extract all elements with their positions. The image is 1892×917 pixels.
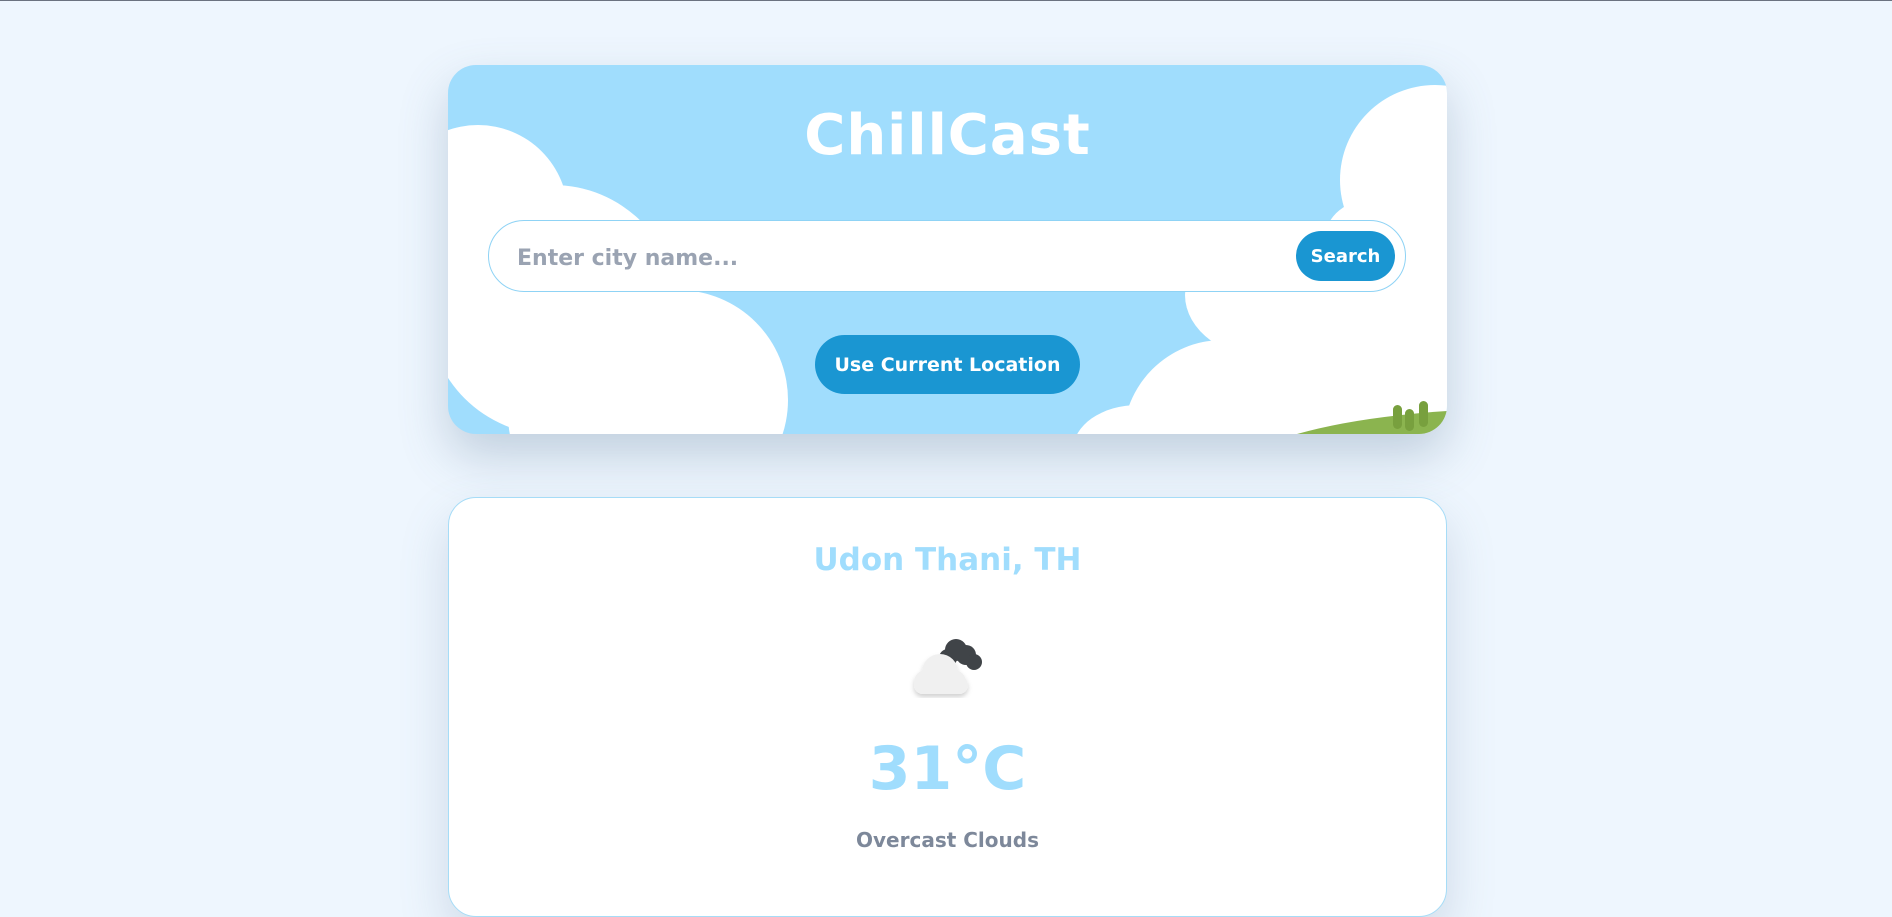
city-search-input[interactable] (515, 235, 1279, 281)
search-bar: Search (488, 220, 1406, 292)
weather-description: Overcast Clouds (856, 828, 1039, 852)
grass-decoration (1297, 401, 1447, 434)
weather-card: Udon Thani, TH 31°C Overcast Clouds (448, 497, 1447, 917)
city-name: Udon Thani, TH (813, 542, 1082, 578)
app-title: ChillCast (804, 103, 1091, 168)
temperature-value: 31°C (868, 734, 1027, 804)
use-current-location-button[interactable]: Use Current Location (815, 335, 1080, 394)
overcast-clouds-icon (914, 639, 982, 694)
header-card: ChillCast Search Use Current Location (448, 65, 1447, 434)
search-button[interactable]: Search (1296, 231, 1395, 281)
